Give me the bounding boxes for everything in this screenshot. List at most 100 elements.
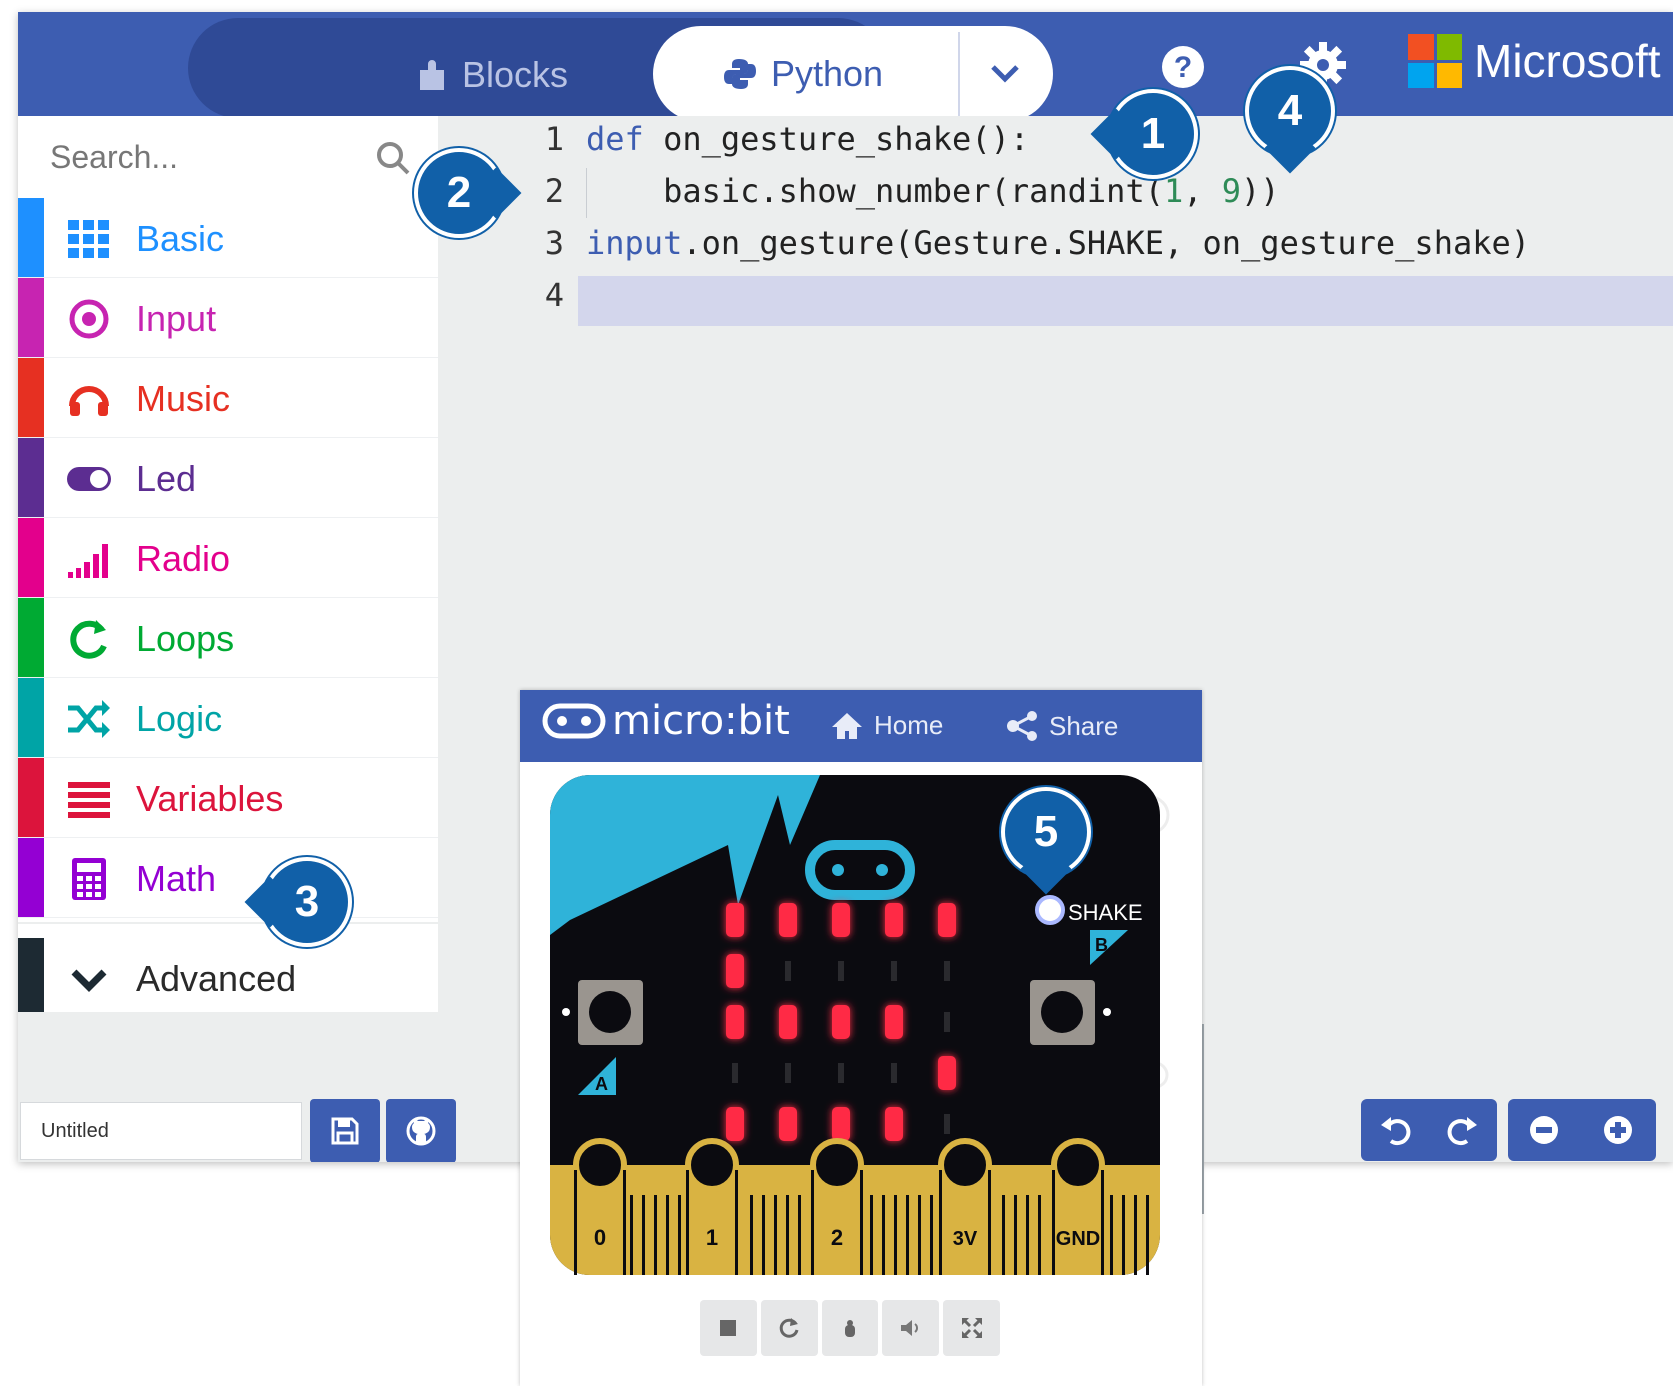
simulator-header: micro:bit Home Share — [520, 690, 1202, 762]
category-color-bar — [18, 278, 44, 357]
number-literal: 9 — [1221, 172, 1242, 210]
led-on — [779, 1005, 797, 1039]
help-icon[interactable]: ? — [1160, 44, 1206, 90]
code-line[interactable]: def on_gesture_shake(): — [586, 120, 1029, 158]
category-variables[interactable]: Variables — [18, 758, 438, 838]
led-on — [938, 903, 956, 937]
stop-icon — [720, 1320, 737, 1336]
callout-4: 4 — [1245, 66, 1335, 174]
tab-blocks[interactable]: Blocks — [418, 52, 568, 98]
signal-bars-icon — [68, 544, 108, 578]
page: Blocks Python ? Microsoft Search... Basi… — [0, 0, 1673, 1386]
connector-tooth — [1002, 1195, 1005, 1275]
connector-tooth — [1014, 1195, 1017, 1275]
tab-python[interactable]: Python — [653, 26, 1053, 122]
line-number: 4 — [544, 276, 564, 314]
simulator-share-link[interactable]: Share — [1005, 710, 1118, 742]
project-name-input[interactable] — [20, 1102, 302, 1160]
category-loops[interactable]: Loops — [18, 598, 438, 678]
zoom-controls — [1508, 1099, 1656, 1161]
search-icon[interactable] — [373, 138, 413, 178]
category-label: Logic — [136, 698, 223, 739]
floppy-disk-icon — [331, 1117, 359, 1145]
fullscreen-button[interactable] — [943, 1300, 1000, 1356]
callout-2: 2 — [414, 148, 522, 238]
editor-mode-switcher: Blocks Python — [188, 18, 1053, 122]
connector-tooth — [798, 1195, 801, 1275]
line-number: 1 — [544, 120, 564, 158]
category-basic[interactable]: Basic — [18, 198, 438, 278]
share-label: Share — [1049, 710, 1119, 741]
code-line[interactable]: basic.show_number(randint(1, 9)) — [586, 172, 1280, 210]
microbit-logo: micro:bit — [542, 698, 790, 744]
category-math[interactable]: Math — [18, 838, 438, 918]
category-label: Led — [136, 458, 197, 499]
category-label: Input — [136, 298, 217, 339]
microsoft-logo: Microsoft — [1408, 34, 1661, 88]
led-on — [885, 903, 903, 937]
home-icon — [832, 712, 862, 739]
category-color-bar — [18, 678, 44, 757]
chevron-down-icon — [71, 969, 107, 992]
search-input[interactable] — [50, 134, 370, 180]
led-on — [938, 1056, 956, 1090]
simulator-home-link[interactable]: Home — [830, 710, 943, 741]
led-off — [838, 961, 844, 981]
code-line[interactable]: input.on_gesture(Gesture.SHAKE, on_gestu… — [586, 224, 1530, 262]
zoom-out-icon[interactable] — [1528, 1114, 1560, 1146]
mute-button[interactable] — [882, 1300, 940, 1356]
category-color-bar — [18, 758, 44, 837]
connector-tooth — [630, 1195, 633, 1275]
zoom-in-icon[interactable] — [1602, 1114, 1634, 1146]
category-label: Math — [136, 858, 217, 899]
fullscreen-icon — [961, 1317, 982, 1339]
stop-button[interactable] — [700, 1300, 757, 1356]
restart-button[interactable] — [760, 1300, 818, 1356]
connector-tooth — [750, 1195, 753, 1275]
keyword: def — [586, 120, 644, 158]
category-input[interactable]: Input — [18, 278, 438, 358]
editor-header: Blocks Python ? Microsoft — [18, 12, 1673, 122]
current-line-highlight — [578, 276, 1673, 326]
connector-tooth — [870, 1195, 873, 1275]
debug-button[interactable] — [821, 1300, 879, 1356]
button-a-label: A — [595, 1074, 608, 1094]
code-text: basic.show_number(randint( — [586, 172, 1164, 210]
lines-icon — [68, 782, 110, 818]
led-off — [944, 961, 950, 981]
language-dropdown[interactable] — [975, 46, 1035, 102]
category-led[interactable]: Led — [18, 438, 438, 518]
category-color-bar — [18, 198, 44, 277]
led-off — [891, 1063, 897, 1083]
code-text: .on_gesture(Gesture.SHAKE, on_gesture_sh… — [682, 224, 1531, 262]
category-radio[interactable]: Radio — [18, 518, 438, 598]
led-on — [832, 903, 850, 937]
connector-tooth — [1146, 1195, 1149, 1275]
category-label: Loops — [136, 618, 235, 659]
undo-icon[interactable] — [1379, 1113, 1413, 1147]
share-icon — [1007, 711, 1037, 741]
connector-tooth — [1110, 1195, 1113, 1275]
toolbox-search — [18, 116, 438, 198]
bug-icon — [844, 1320, 855, 1337]
shake-button[interactable] — [1035, 895, 1065, 925]
connector-tooth — [654, 1195, 657, 1275]
connector-tooth — [882, 1195, 885, 1275]
connector-tooth — [1122, 1195, 1125, 1275]
github-button[interactable] — [386, 1099, 456, 1162]
category-color-bar — [18, 518, 44, 597]
callout-3: 3 — [244, 857, 352, 947]
svg-text:?: ? — [1174, 51, 1192, 84]
simulator-controls — [700, 1300, 1000, 1358]
category-logic[interactable]: Logic — [18, 678, 438, 758]
redo-icon[interactable] — [1445, 1113, 1479, 1147]
connector-tooth — [786, 1195, 789, 1275]
tab-blocks-label: Blocks — [462, 54, 569, 95]
category-music[interactable]: Music — [18, 358, 438, 438]
category-advanced[interactable]: Advanced — [18, 938, 438, 1018]
save-button[interactable] — [310, 1099, 380, 1162]
connector-tooth — [678, 1195, 681, 1275]
led-on — [779, 1107, 797, 1141]
category-color-bar — [18, 838, 44, 917]
shuffle-icon — [68, 700, 110, 738]
